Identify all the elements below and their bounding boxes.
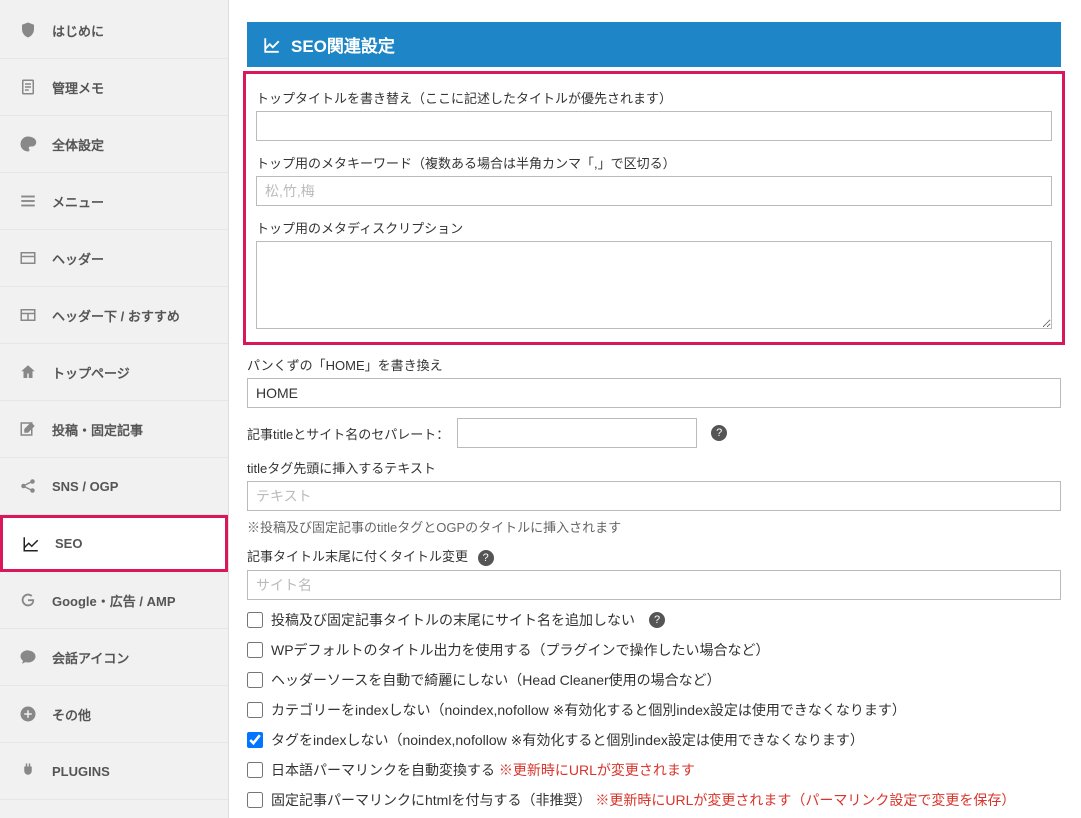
sidebar-item-label: メニュー (52, 192, 104, 211)
shield-icon (18, 20, 38, 40)
help-icon[interactable]: ? (478, 550, 494, 566)
meta-keywords-input[interactable] (256, 176, 1052, 206)
check-jp-permalink[interactable]: 日本語パーマリンクを自動変換する ※更新時にURLが変更されます (247, 760, 1061, 780)
suffix-label: 記事タイトル末尾に付くタイトル変更 ? (247, 546, 1061, 566)
checkbox[interactable] (247, 672, 263, 688)
check-tag-noindex[interactable]: タグをindexしない（noindex,nofollow ※有効化すると個別in… (247, 730, 1061, 750)
menu-icon (18, 191, 38, 211)
plus-circle-icon (18, 704, 38, 724)
sidebar-item-posts[interactable]: 投稿・固定記事 (0, 401, 228, 458)
panel-title: SEO関連設定 (291, 32, 395, 57)
separator-input[interactable] (457, 418, 697, 448)
sidebar-item-label: ヘッダー (52, 249, 104, 268)
share-icon (18, 476, 38, 496)
sidebar-item-label: その他 (52, 705, 91, 724)
sidebar-item-label: 投稿・固定記事 (52, 420, 143, 439)
check-category-noindex[interactable]: カテゴリーをindexしない（noindex,nofollow ※有効化すると個… (247, 700, 1061, 720)
sidebar-item-label: 管理メモ (52, 78, 104, 97)
breadcrumb-input[interactable] (247, 378, 1061, 408)
plug-icon (18, 761, 38, 781)
sidebar-item-label: PLUGINS (52, 764, 110, 779)
checkbox[interactable] (247, 612, 263, 628)
sidebar-item-memo[interactable]: 管理メモ (0, 59, 228, 116)
sidebar-item-sns[interactable]: SNS / OGP (0, 458, 228, 515)
sidebar-item-label: SEO (55, 536, 82, 551)
sidebar-item-label: はじめに (52, 21, 104, 40)
main-panel: SEO関連設定 トップタイトルを書き替え（ここに記述したタイトルが優先されます）… (229, 0, 1081, 818)
checkbox[interactable] (247, 702, 263, 718)
home-icon (18, 362, 38, 382)
sidebar-item-header[interactable]: ヘッダー (0, 230, 228, 287)
sidebar-item-label: 会話アイコン (52, 648, 129, 667)
layout-below-icon (18, 305, 38, 325)
prefix-label: titleタグ先頭に挿入するテキスト (247, 458, 1061, 477)
sidebar: はじめに 管理メモ 全体設定 メニュー ヘッダー ヘッダー下 / おすすめ トッ… (0, 0, 229, 818)
checkbox[interactable] (247, 792, 263, 808)
top-seo-highlight: トップタイトルを書き替え（ここに記述したタイトルが優先されます） トップ用のメタ… (243, 71, 1065, 345)
sidebar-item-menu[interactable]: メニュー (0, 173, 228, 230)
sidebar-item-toppage[interactable]: トップページ (0, 344, 228, 401)
suffix-input[interactable] (247, 570, 1061, 600)
check-html-permalink[interactable]: 固定記事パーマリンクにhtmlを付与する（非推奨） ※更新時にURLが変更されま… (247, 790, 1061, 810)
google-icon (18, 590, 38, 610)
edit-icon (18, 419, 38, 439)
sidebar-item-label: ヘッダー下 / おすすめ (52, 306, 180, 325)
separator-label: 記事titleとサイト名のセパレート： (247, 424, 449, 443)
help-icon[interactable]: ? (711, 425, 727, 441)
sidebar-item-header-below[interactable]: ヘッダー下 / おすすめ (0, 287, 228, 344)
meta-desc-textarea[interactable] (256, 241, 1052, 329)
checkbox[interactable] (247, 732, 263, 748)
checkbox[interactable] (247, 762, 263, 778)
sidebar-item-google[interactable]: Google・広告 / AMP (0, 572, 228, 629)
sidebar-item-label: SNS / OGP (52, 479, 118, 494)
panel-header: SEO関連設定 (247, 22, 1061, 67)
check-head-cleaner[interactable]: ヘッダーソースを自動で綺麗にしない（Head Cleaner使用の場合など） (247, 670, 1061, 690)
form-area: パンくずの「HOME」を書き換え 記事titleとサイト名のセパレート： ? t… (247, 355, 1061, 810)
check-no-sitename[interactable]: 投稿及び固定記事タイトルの末尾にサイト名を追加しない ? (247, 610, 1061, 630)
sidebar-item-seo[interactable]: SEO (0, 515, 228, 572)
document-icon (18, 77, 38, 97)
sidebar-item-label: 全体設定 (52, 135, 104, 154)
help-icon[interactable]: ? (649, 612, 665, 628)
top-title-label: トップタイトルを書き替え（ここに記述したタイトルが優先されます） (256, 88, 1052, 107)
chart-icon (21, 534, 41, 554)
sidebar-item-intro[interactable]: はじめに (0, 2, 228, 59)
chat-icon (18, 647, 38, 667)
top-title-input[interactable] (256, 111, 1052, 141)
checkbox[interactable] (247, 642, 263, 658)
sidebar-item-plugins[interactable]: PLUGINS (0, 743, 228, 800)
sidebar-item-label: Google・広告 / AMP (52, 591, 176, 610)
meta-desc-label: トップ用のメタディスクリプション (256, 218, 1052, 237)
sidebar-item-other[interactable]: その他 (0, 686, 228, 743)
sidebar-item-chat[interactable]: 会話アイコン (0, 629, 228, 686)
chart-icon (263, 36, 281, 54)
layout-header-icon (18, 248, 38, 268)
sidebar-item-label: トップページ (52, 363, 130, 382)
prefix-note: ※投稿及び固定記事のtitleタグとOGPのタイトルに挿入されます (247, 517, 1061, 536)
check-wp-default-title[interactable]: WPデフォルトのタイトル出力を使用する（プラグインで操作したい場合など） (247, 640, 1061, 660)
meta-keywords-label: トップ用のメタキーワード（複数ある場合は半角カンマ「,」で区切る） (256, 153, 1052, 172)
palette-icon (18, 134, 38, 154)
prefix-input[interactable] (247, 481, 1061, 511)
breadcrumb-label: パンくずの「HOME」を書き換え (247, 355, 1061, 374)
sidebar-item-global[interactable]: 全体設定 (0, 116, 228, 173)
